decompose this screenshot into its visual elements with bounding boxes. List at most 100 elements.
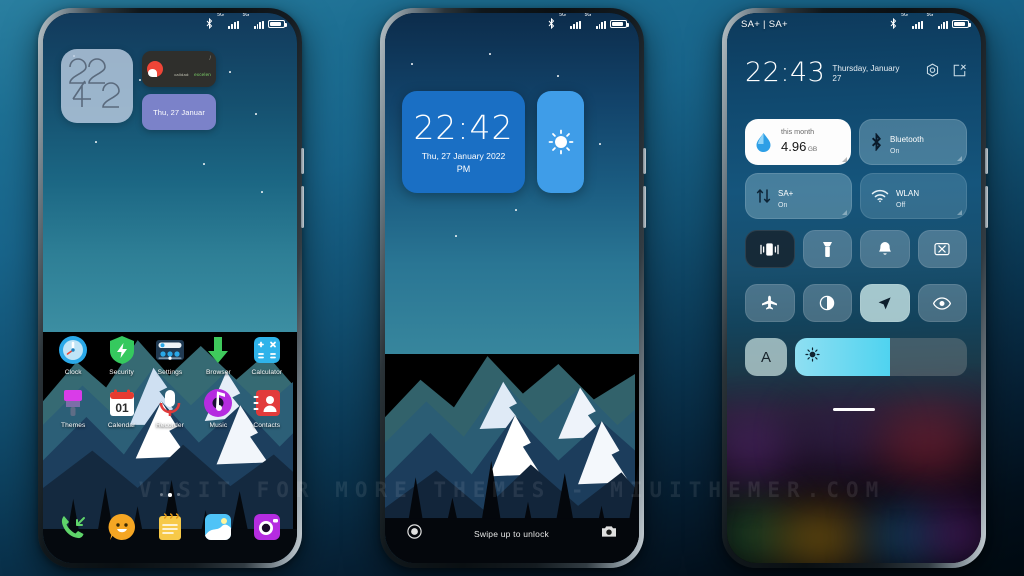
tile-bluetooth-state: On (890, 147, 900, 155)
chat-smiley-icon (108, 513, 135, 540)
note-line-2: excelen (194, 72, 211, 78)
svg-text:01: 01 (115, 401, 129, 415)
location-arrow-icon (878, 296, 891, 309)
battery-icon (952, 19, 971, 29)
reading-mode-toggle[interactable] (917, 284, 967, 322)
app-clock[interactable]: Clock (49, 335, 97, 376)
dock-gallery[interactable] (203, 512, 233, 547)
paintbrush-icon (64, 390, 83, 416)
phone-2-screen[interactable]: 5G 5G 22:42 Thu, 27 January 2022 PM Swip… (385, 13, 639, 563)
app-calendar[interactable]: 01 Calendar (97, 388, 145, 429)
dock-notes[interactable] (155, 512, 185, 547)
sun-icon (548, 129, 573, 155)
airplane-icon (762, 295, 778, 310)
notification-avatar-icon (147, 61, 163, 77)
app-browser[interactable]: Browser (194, 335, 242, 376)
app-contacts[interactable]: Contacts (243, 388, 291, 429)
signal-2-icon (253, 20, 264, 29)
tile-wlan-state: Off (896, 201, 906, 209)
location-toggle[interactable] (860, 284, 910, 322)
lockscreen-weather-widget[interactable] (537, 91, 584, 193)
app-label: Calendar (107, 422, 136, 429)
ringer-toggle[interactable] (860, 230, 910, 268)
tile-wlan[interactable]: WLAN Off (860, 173, 967, 219)
unlock-hint: Swipe up to unlock (474, 529, 549, 539)
app-music[interactable]: Music (194, 388, 242, 429)
screenshot-canvas: 5G 5G / calidad: excelen Thu, 27 Januar … (0, 0, 1024, 576)
home-indicator[interactable] (833, 408, 875, 411)
download-arrow-icon (208, 337, 229, 363)
app-label: Contacts (253, 422, 281, 429)
screenshot-toggle[interactable] (917, 230, 967, 268)
airplane-toggle[interactable] (745, 284, 795, 322)
widget-notification-card[interactable]: / calidad: excelen (142, 51, 216, 87)
edit-square-icon[interactable] (952, 63, 967, 83)
bell-icon (878, 242, 891, 255)
calculator-icon (253, 337, 280, 363)
battery-icon (268, 19, 287, 29)
phone-2-status-bar: 5G 5G (385, 13, 639, 35)
cc-time: 22:43 (745, 57, 826, 88)
camera-icon[interactable] (601, 525, 617, 543)
phone-3-screen[interactable]: SA+ | SA+ 5G 5G 22:43 Thursday, January … (727, 13, 981, 563)
shield-bolt-icon (109, 336, 134, 364)
tile-wlan-title: WLAN (896, 188, 920, 198)
app-themes[interactable]: Themes (49, 388, 97, 429)
page-indicator[interactable] (43, 493, 297, 497)
app-security[interactable]: Security (97, 335, 145, 376)
brightness-slider[interactable] (795, 338, 967, 376)
bluetooth-icon (548, 17, 555, 31)
app-grid: Clock Security Settings Browser Calculat… (49, 335, 291, 429)
gallery-icon (205, 514, 232, 540)
control-center-header: 22:43 Thursday, January 27 (745, 59, 967, 86)
phone-1-screen[interactable]: 5G 5G / calidad: excelen Thu, 27 Januar … (43, 13, 297, 563)
tile-resize-handle[interactable] (842, 210, 847, 215)
widget-clock-outline[interactable] (61, 49, 133, 123)
tile-resize-handle[interactable] (957, 156, 962, 161)
vibrate-toggle[interactable] (745, 230, 795, 268)
lockscreen-time: 22:42 (413, 107, 514, 147)
wifi-icon (871, 189, 889, 203)
dock-phone[interactable] (58, 512, 88, 547)
auto-brightness-toggle[interactable]: A (745, 338, 787, 376)
flashlight-toggle[interactable] (802, 230, 852, 268)
app-recorder[interactable]: Recorder (146, 388, 194, 429)
screenshot-icon (934, 243, 950, 256)
signal-2-icon (595, 20, 606, 29)
gear-icon[interactable] (925, 63, 940, 83)
phone-2-lock-screen: 5G 5G 22:42 Thu, 27 January 2022 PM Swip… (380, 8, 646, 568)
dock-camera[interactable] (252, 512, 282, 547)
app-label: Browser (205, 369, 231, 376)
app-settings[interactable]: Settings (146, 335, 194, 376)
record-circle-icon[interactable] (407, 524, 422, 544)
app-label: Settings (157, 369, 183, 376)
app-label: Calculator (251, 369, 283, 376)
cc-brightness-row: A (745, 338, 967, 376)
signal-1-label: 5G (217, 13, 224, 18)
tile-resize-handle[interactable] (957, 210, 962, 215)
microphone-icon (159, 390, 181, 416)
eye-icon (933, 296, 952, 310)
tile-data-usage[interactable]: this month 4.96 GB (745, 119, 851, 165)
dark-mode-toggle[interactable] (802, 284, 852, 322)
dock-messages[interactable] (107, 512, 137, 547)
tile-resize-handle[interactable] (842, 157, 847, 162)
cc-tile-row-2: SA+ On WLAN Off (745, 173, 967, 219)
music-note-icon (204, 389, 233, 417)
widget-date[interactable]: Thu, 27 Januar (142, 94, 216, 130)
tile-bluetooth[interactable]: Bluetooth On (859, 119, 967, 165)
tile-mobile-data[interactable]: SA+ On (745, 173, 852, 219)
clock-icon (59, 336, 88, 364)
app-calculator[interactable]: Calculator (243, 335, 291, 376)
note-line-1: calidad: (174, 72, 190, 78)
signal-1-icon (912, 20, 923, 29)
brightness-sun-icon (805, 347, 820, 367)
dock (49, 512, 291, 547)
flashlight-icon (822, 241, 832, 257)
signal-2-icon (937, 20, 948, 29)
phone-1-status-bar: 5G 5G (43, 13, 297, 35)
signal-1-label: 5G (901, 13, 908, 18)
lockscreen-clock-widget[interactable]: 22:42 Thu, 27 January 2022 PM (402, 91, 525, 193)
cc-toggle-row-1 (745, 230, 967, 268)
signal-1-icon (228, 20, 239, 29)
